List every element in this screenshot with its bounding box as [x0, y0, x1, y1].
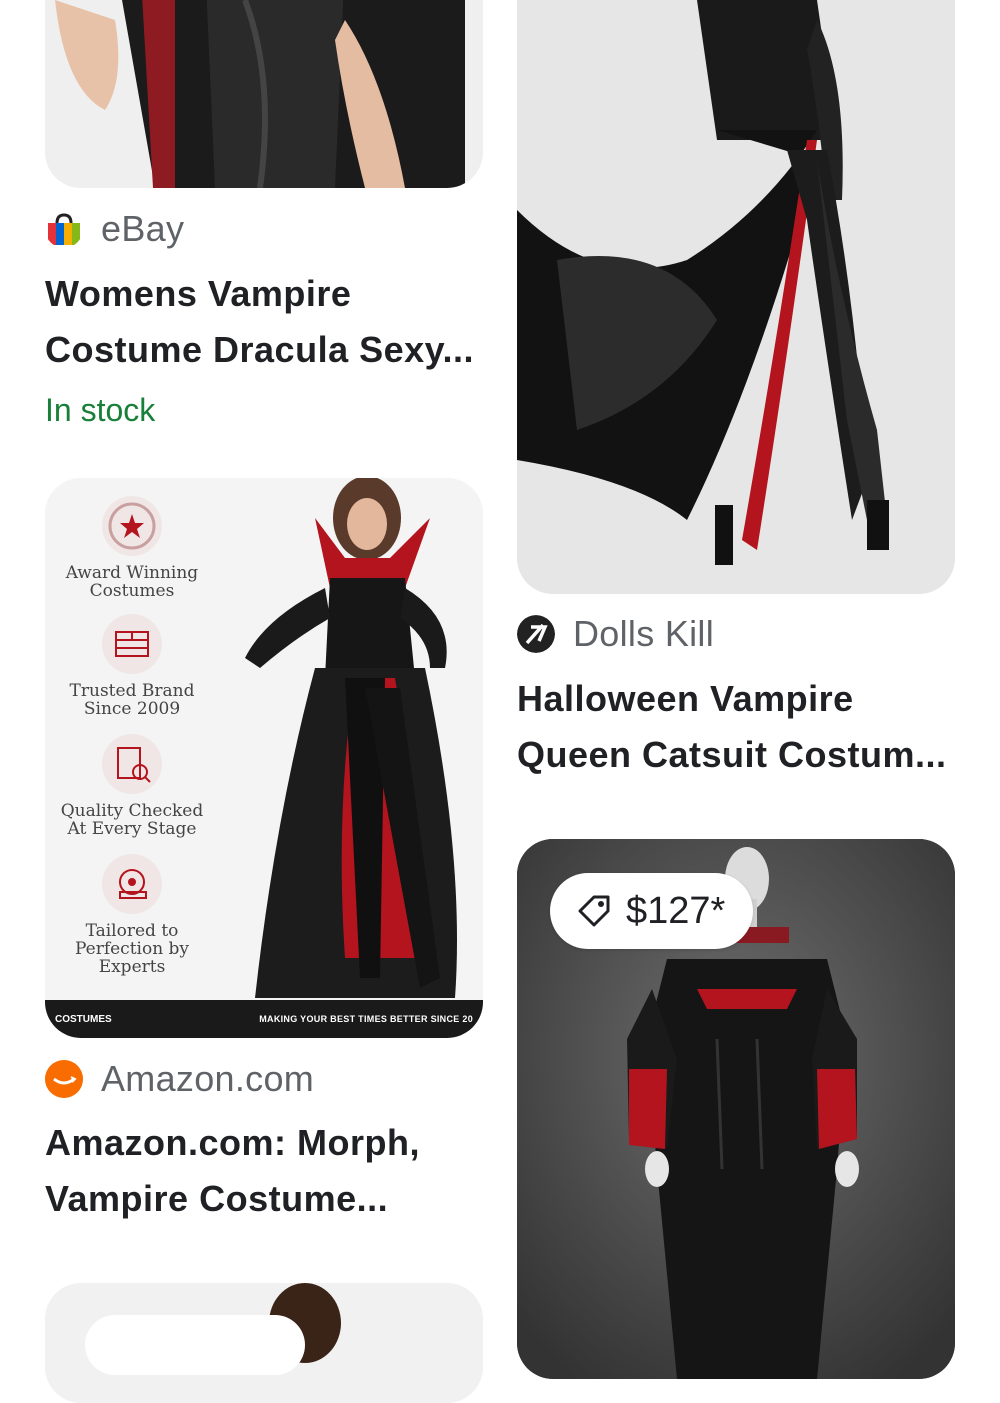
- product-title[interactable]: Halloween Vampire Queen Catsuit Costum..…: [517, 671, 947, 783]
- brick-wall-icon: [102, 614, 162, 674]
- brand-logo: COSTUMES: [55, 1013, 112, 1025]
- price-text: $127*: [626, 889, 726, 932]
- product-image-dolls-kill[interactable]: [517, 0, 955, 594]
- source-name: eBay: [101, 208, 185, 249]
- costume-photo: [45, 0, 483, 188]
- amazon-logo-icon: [45, 1060, 83, 1098]
- stock-status: In stock: [45, 392, 156, 428]
- product-image-next[interactable]: [45, 1283, 483, 1403]
- banner-text: MAKING YOUR BEST TIMES BETTER SINCE 20: [259, 1014, 473, 1024]
- source-row-dolls-kill[interactable]: Dolls Kill: [517, 613, 714, 655]
- price-badge: $127*: [550, 873, 754, 949]
- product-image-ebay[interactable]: [45, 0, 483, 188]
- feature-quality: Quality Checked At Every Stage: [47, 734, 217, 838]
- source-row-ebay[interactable]: eBay: [45, 208, 184, 250]
- source-name: Dolls Kill: [573, 613, 715, 654]
- checklist-magnifier-icon: [102, 734, 162, 794]
- feature-trusted: Trusted Brand Since 2009: [47, 614, 217, 718]
- dolls-kill-logo-icon: [517, 615, 555, 653]
- image-banner: COSTUMES MAKING YOUR BEST TIMES BETTER S…: [45, 1000, 483, 1038]
- product-title[interactable]: Amazon.com: Morph, Vampire Costume...: [45, 1115, 420, 1227]
- product-image-amazon[interactable]: Award Winning Costumes Trusted Brand Sin…: [45, 478, 483, 1038]
- feature-award: Award Winning Costumes: [47, 496, 217, 600]
- ebay-bag-icon: [45, 210, 83, 248]
- costume-photo: [45, 1283, 483, 1403]
- costume-photo: [517, 0, 955, 594]
- product-title[interactable]: Womens Vampire Costume Dracula Sexy...: [45, 266, 474, 378]
- source-row-amazon[interactable]: Amazon.com: [45, 1058, 314, 1100]
- tag-icon: [574, 891, 614, 931]
- tape-measure-icon: [102, 854, 162, 914]
- feature-tailored: Tailored to Perfection by Experts: [47, 854, 217, 976]
- source-name: Amazon.com: [101, 1058, 315, 1099]
- laurel-star-icon: [102, 496, 162, 556]
